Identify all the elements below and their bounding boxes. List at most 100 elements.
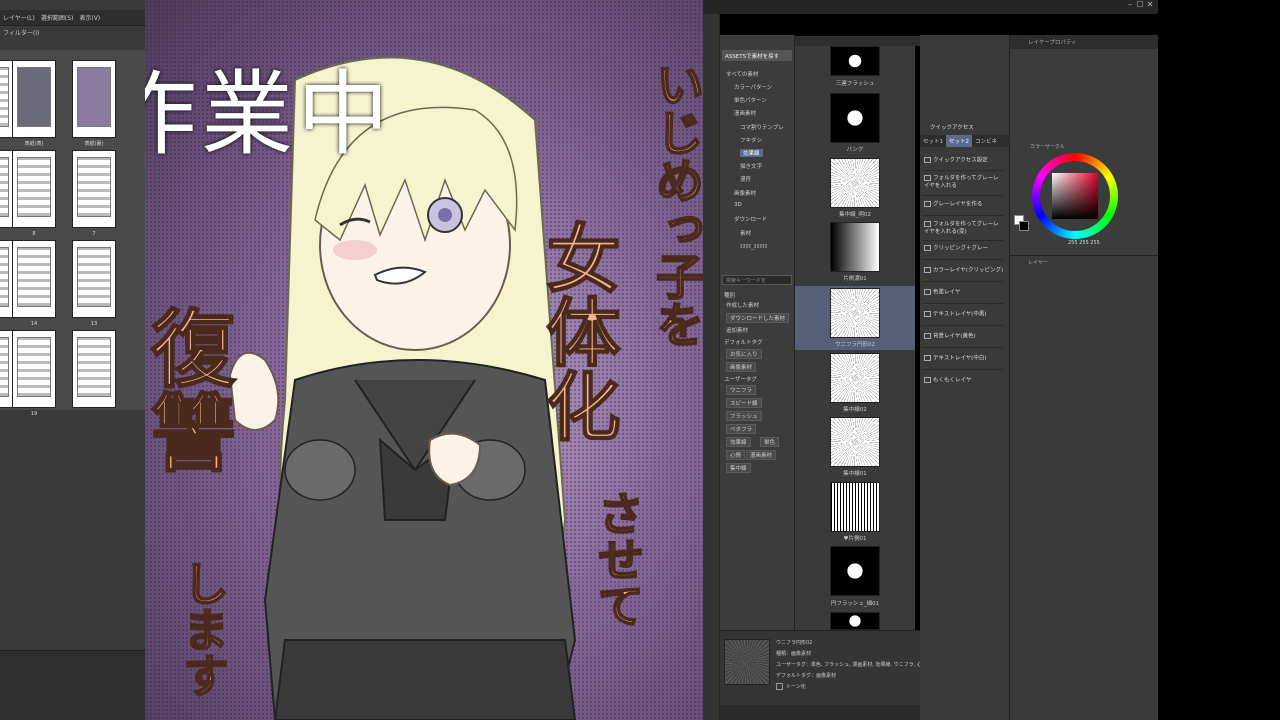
menu-filter[interactable]: フィルター(I) <box>0 25 42 40</box>
tree-item[interactable]: 画像素材 <box>734 189 756 197</box>
page-thumb[interactable]: 7 <box>72 150 116 237</box>
material-label: 集中線_明02 <box>839 212 871 218</box>
screen-edge <box>1158 0 1280 720</box>
tree-item[interactable]: コマ割りテンプレ <box>740 123 784 131</box>
quick-access-item[interactable]: テキストレイヤ(中白) <box>924 355 1004 363</box>
maximize-icon[interactable]: ☐ <box>1135 0 1145 9</box>
tag-item[interactable]: 単色 <box>760 437 780 447</box>
tag-header: 種別 <box>724 293 736 299</box>
page-thumb[interactable] <box>72 330 116 408</box>
quick-access-item[interactable]: フォルダを作ってグレーレイヤを入れる <box>924 175 1004 190</box>
page-label: 表紙(裏) <box>84 141 104 147</box>
qa-label: もくもくレイヤ <box>933 377 972 384</box>
material-item[interactable] <box>830 222 880 272</box>
tab-combine[interactable]: コンビネ <box>972 135 1000 147</box>
material-item[interactable] <box>830 417 880 467</box>
page-thumb[interactable]: 表紙(表) <box>12 60 56 147</box>
page-thumb[interactable]: 8 <box>12 150 56 237</box>
folder-icon <box>924 175 931 181</box>
tag-item[interactable]: 作成した素材 <box>726 301 759 309</box>
tree-item[interactable]: すべての素材 <box>726 70 758 78</box>
close-icon[interactable]: ✕ <box>1145 0 1155 9</box>
tag-item[interactable]: 漫画素材 <box>746 450 777 460</box>
tree-item[interactable]: 3D <box>734 202 742 208</box>
material-tree: ASSETSで素材を探す すべての素材 カラーパターン 単色パターン 漫画素材 … <box>720 35 795 630</box>
layer-icon <box>924 289 931 295</box>
tree-item[interactable]: 描き文字 <box>740 162 762 170</box>
color-wheel[interactable] <box>1032 153 1118 239</box>
tag-item[interactable]: お気に入り <box>726 349 762 359</box>
page-label: 13 <box>90 321 98 327</box>
quick-access-header: クイックアクセス <box>930 125 974 131</box>
tab-set1[interactable]: セット1 <box>920 135 946 147</box>
tag-item[interactable]: 心情 <box>726 450 746 460</box>
saturation-value-square[interactable] <box>1052 173 1098 219</box>
quick-access-item[interactable]: グレーレイヤを作る <box>924 201 1004 209</box>
assets-search-button[interactable]: ASSETSで素材を探す <box>722 50 792 61</box>
material-item-selected[interactable] <box>830 288 880 338</box>
quick-access-item[interactable]: カラーレイヤ(クリッピング) <box>924 267 1004 275</box>
material-user-tags: ユーザータグ：単色, フラッシュ, 漫画素材, 効果線, ウニフラ, 心情 <box>776 662 927 668</box>
quick-access-item[interactable]: クイックアクセス設定 <box>924 157 1004 165</box>
tone-checkbox[interactable]: トーン化 <box>776 683 806 690</box>
quick-access-item[interactable]: クリッピング＋グレー <box>924 245 1004 253</box>
quick-access-item[interactable]: フォルダを作ってグレーレイヤを入れる(変) <box>924 221 1004 236</box>
layer-property-tab[interactable]: レイヤープロパティ <box>1010 35 1158 49</box>
tree-item[interactable]: 単色パターン <box>734 96 767 104</box>
artwork-canvas[interactable]: 作業中 いじめっ子を 女体化 させて 復讐 します <box>145 0 703 720</box>
tag-item[interactable]: ウニフラ <box>726 385 757 395</box>
tag-item[interactable]: ダウンロードした素材 <box>726 313 790 323</box>
menu-select[interactable]: 選択範囲(S) <box>38 10 77 25</box>
tag-item[interactable]: ベタフラ <box>726 424 757 434</box>
tab-set2[interactable]: セット2 <box>946 135 972 147</box>
material-toolbar <box>720 705 920 720</box>
minimize-icon[interactable]: – <box>1125 0 1135 9</box>
tag-item[interactable]: 画像素材 <box>726 362 757 372</box>
tag-item[interactable]: 追加素材 <box>726 326 748 334</box>
tree-item[interactable]: フキダシ <box>740 136 762 144</box>
material-item[interactable] <box>830 353 880 403</box>
page-thumb[interactable]: 19 <box>12 330 56 417</box>
material-item[interactable] <box>830 482 880 532</box>
page-thumbnails: 表紙(表) 表紙(裏) 8 7 14 13 19 <box>0 50 145 417</box>
tree-item[interactable]: カラーパターン <box>734 83 772 91</box>
menu-view[interactable]: 表示(V) <box>76 10 103 25</box>
material-item[interactable] <box>830 546 880 596</box>
tree-item[interactable]: 漫画素材 <box>734 109 756 117</box>
material-search-input[interactable]: 検索キーワードを <box>722 275 792 285</box>
tag-item[interactable]: フラッシュ <box>726 411 762 421</box>
tree-item[interactable]: 素材 <box>740 229 751 237</box>
quick-access-item[interactable]: もくもくレイヤ <box>924 377 1004 385</box>
quick-access-item[interactable]: 背景レイヤ(黄色) <box>924 333 1004 341</box>
page-label: 19 <box>30 411 38 417</box>
qa-label: クリッピング＋グレー <box>933 245 989 252</box>
page-thumb[interactable]: 14 <box>12 240 56 327</box>
material-item[interactable] <box>830 612 880 630</box>
page-thumb[interactable]: 13 <box>72 240 116 327</box>
quick-access-tabs: セット1 セット2 コンビネ <box>920 135 1010 147</box>
material-item[interactable] <box>830 158 880 208</box>
clip-icon <box>924 245 931 251</box>
text-icon <box>924 355 931 361</box>
background-color-swatch[interactable] <box>1019 221 1029 231</box>
menu-layer[interactable]: レイヤー(L) <box>0 10 38 25</box>
tree-item[interactable]: ﾇﾇﾇﾇ_ﾇﾇﾇﾇﾇ <box>740 242 768 250</box>
tree-item-selected[interactable]: 効果線 <box>740 149 763 157</box>
title-text: いじめっ子を <box>646 59 703 349</box>
material-label: 集中線01 <box>843 471 867 477</box>
tag-item[interactable]: 効果線 <box>726 437 751 447</box>
material-item[interactable] <box>830 46 880 76</box>
tag-item: デフォルトタグ <box>724 340 763 346</box>
tag-item[interactable]: スピード線 <box>726 398 762 408</box>
material-item[interactable] <box>830 93 880 143</box>
tag-item[interactable]: 集中線 <box>726 463 751 473</box>
page-thumb[interactable]: 表紙(裏) <box>72 60 116 147</box>
qa-label: テキストレイヤ(中白) <box>933 355 987 362</box>
tree-item[interactable]: 漫符 <box>740 175 751 183</box>
tree-item[interactable]: ダウンロード <box>734 215 767 223</box>
watermark-text: 作業中 <box>145 61 394 168</box>
quick-access-item[interactable]: 色塗レイヤ <box>924 289 1004 297</box>
material-label: 片側濃01 <box>843 276 867 282</box>
color-circle-header: カラーサークル <box>1030 144 1065 150</box>
quick-access-item[interactable]: テキストレイヤ(中黒) <box>924 311 1004 319</box>
